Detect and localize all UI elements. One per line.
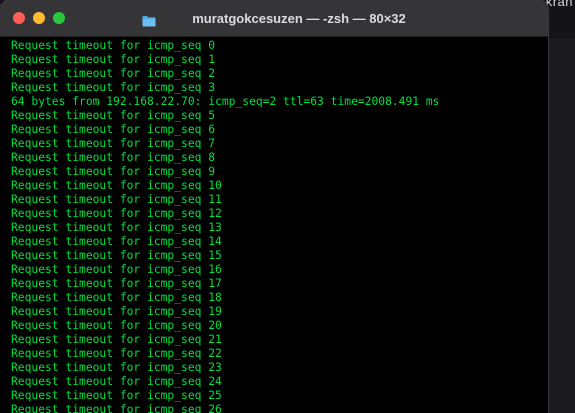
- terminal-window[interactable]: muratgokcesuzen — -zsh — 80×32 Request t…: [0, 0, 548, 413]
- title-bar[interactable]: muratgokcesuzen — -zsh — 80×32: [0, 0, 548, 37]
- window-title: muratgokcesuzen — -zsh — 80×32: [192, 10, 406, 26]
- terminal-line: Request timeout for icmp_seq 22: [11, 347, 222, 360]
- terminal-line: Request timeout for icmp_seq 13: [11, 221, 222, 234]
- terminal-line: 64 bytes from 192.168.22.70: icmp_seq=2 …: [11, 95, 440, 108]
- terminal-line: Request timeout for icmp_seq 11: [11, 193, 222, 206]
- terminal-line: Request timeout for icmp_seq 10: [11, 179, 222, 192]
- terminal-line: Request timeout for icmp_seq 0: [11, 39, 216, 52]
- terminal-line: Request timeout for icmp_seq 12: [11, 207, 222, 220]
- terminal-line: Request timeout for icmp_seq 8: [11, 151, 216, 164]
- terminal-line: Request timeout for icmp_seq 26: [11, 403, 222, 413]
- terminal-line: Request timeout for icmp_seq 21: [11, 333, 222, 346]
- terminal-line: Request timeout for icmp_seq 9: [11, 165, 216, 178]
- terminal-line: Request timeout for icmp_seq 20: [11, 319, 222, 332]
- terminal-line: Request timeout for icmp_seq 14: [11, 235, 222, 248]
- terminal-line: Request timeout for icmp_seq 18: [11, 291, 222, 304]
- terminal-line: Request timeout for icmp_seq 24: [11, 375, 222, 388]
- terminal-line: Request timeout for icmp_seq 2: [11, 67, 216, 80]
- terminal-line: Request timeout for icmp_seq 1: [11, 53, 216, 66]
- folder-icon: [142, 12, 156, 27]
- title-container: muratgokcesuzen — -zsh — 80×32: [0, 0, 548, 36]
- terminal-output[interactable]: Request timeout for icmp_seq 0 Request ti…: [0, 37, 548, 413]
- terminal-line: Request timeout for icmp_seq 15: [11, 249, 222, 262]
- terminal-line: Request timeout for icmp_seq 17: [11, 277, 222, 290]
- terminal-line: Request timeout for icmp_seq 3: [11, 81, 216, 94]
- terminal-line: Request timeout for icmp_seq 23: [11, 361, 222, 374]
- terminal-line: Request timeout for icmp_seq 5: [11, 109, 216, 122]
- terminal-line: Request timeout for icmp_seq 7: [11, 137, 216, 150]
- terminal-line: Request timeout for icmp_seq 19: [11, 305, 222, 318]
- terminal-line: Request timeout for icmp_seq 6: [11, 123, 216, 136]
- desktop-background: Ekran muratgokcesuzen — -zsh — 80×32 Req…: [0, 0, 575, 413]
- terminal-line: Request timeout for icmp_seq 25: [11, 389, 222, 402]
- terminal-line: Request timeout for icmp_seq 16: [11, 263, 222, 276]
